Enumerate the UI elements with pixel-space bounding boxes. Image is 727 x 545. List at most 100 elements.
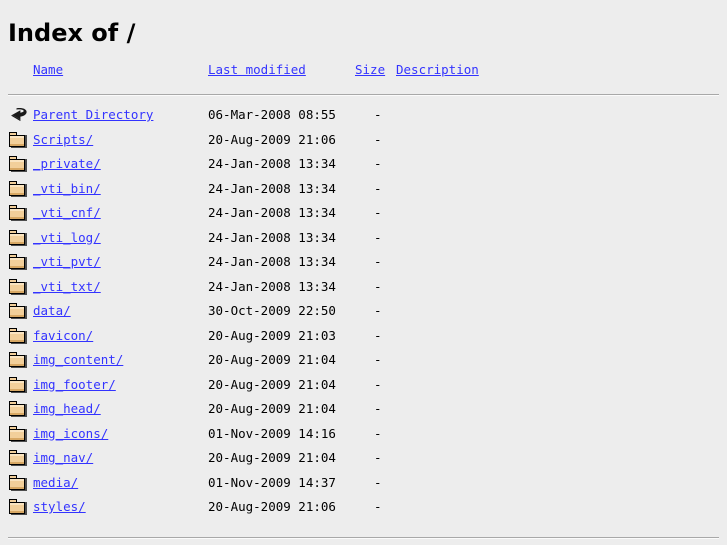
directory-link[interactable]: img_icons/	[33, 426, 108, 441]
row-last-modified: 20-Aug-2009 21:06	[208, 499, 336, 514]
directory-link[interactable]: _vti_cnf/	[33, 205, 101, 220]
listing-row: Scripts/20-Aug-2009 21:06 -	[0, 128, 727, 152]
row-size: -	[374, 450, 382, 465]
directory-link[interactable]: _vti_log/	[33, 230, 101, 245]
row-name-cell: img_icons/	[33, 422, 108, 446]
row-name-cell: _vti_log/	[33, 226, 101, 250]
listing-row: img_content/20-Aug-2009 21:04 -	[0, 348, 727, 372]
listing-row: img_icons/01-Nov-2009 14:16 -	[0, 422, 727, 446]
folder-icon	[8, 400, 28, 418]
listing-row: _vti_txt/24-Jan-2008 13:34 -	[0, 275, 727, 299]
row-icon-cell	[8, 449, 28, 467]
row-icon-cell	[8, 351, 28, 369]
row-size: -	[374, 156, 382, 171]
row-size: -	[374, 376, 382, 392]
row-size: -	[374, 474, 382, 490]
folder-icon	[8, 498, 28, 516]
directory-link[interactable]: _vti_pvt/	[33, 254, 101, 269]
row-icon-cell	[8, 253, 28, 271]
row-icon-cell	[8, 204, 28, 222]
folder-icon	[8, 204, 28, 222]
row-name-cell: _vti_pvt/	[33, 250, 101, 274]
directory-link[interactable]: favicon/	[33, 328, 93, 343]
row-icon-cell	[8, 278, 28, 296]
folder-icon	[8, 376, 28, 394]
row-last-modified: 24-Jan-2008 13:34	[208, 205, 336, 220]
row-size: -	[374, 425, 382, 441]
row-last-modified: 20-Aug-2009 21:06	[208, 131, 336, 147]
listing-row: img_footer/20-Aug-2009 21:04 -	[0, 373, 727, 397]
column-header-description[interactable]: Description	[396, 58, 479, 82]
directory-link[interactable]: img_content/	[33, 352, 123, 367]
folder-icon	[8, 449, 28, 467]
row-last-modified: 20-Aug-2009 21:04	[208, 376, 336, 392]
row-size: -	[374, 352, 382, 367]
row-name-cell: _private/	[33, 152, 101, 176]
listing-row: _vti_pvt/24-Jan-2008 13:34 -	[0, 250, 727, 274]
row-name-cell: Scripts/	[33, 128, 93, 152]
row-size: -	[374, 205, 382, 220]
column-header-name[interactable]: Name	[33, 58, 63, 82]
listing-row: _private/24-Jan-2008 13:34 -	[0, 152, 727, 176]
directory-link[interactable]: img_nav/	[33, 450, 93, 465]
row-size: -	[374, 180, 382, 196]
folder-icon	[8, 278, 28, 296]
folder-icon	[8, 351, 28, 369]
row-icon-cell	[8, 131, 28, 149]
back-icon	[8, 106, 28, 124]
folder-icon	[8, 327, 28, 345]
listing-row: img_head/20-Aug-2009 21:04 -	[0, 397, 727, 421]
folder-icon	[8, 302, 28, 320]
folder-icon	[8, 131, 28, 149]
folder-icon	[8, 253, 28, 271]
directory-link[interactable]: img_footer/	[33, 377, 116, 392]
row-name-cell: media/	[33, 471, 78, 495]
column-header-last-modified[interactable]: Last modified	[208, 58, 306, 82]
directory-link[interactable]: media/	[33, 475, 78, 490]
row-icon-cell	[8, 400, 28, 418]
row-last-modified: 24-Jan-2008 13:34	[208, 180, 336, 196]
row-name-cell: _vti_cnf/	[33, 201, 101, 225]
directory-link[interactable]: data/	[33, 303, 71, 318]
listing-header-row: Name Last modified Size Description	[0, 58, 727, 82]
listing-row: img_nav/20-Aug-2009 21:04 -	[0, 446, 727, 470]
directory-link[interactable]: styles/	[33, 499, 86, 514]
row-size: -	[374, 229, 382, 245]
row-icon-cell	[8, 302, 28, 320]
row-last-modified: 24-Jan-2008 13:34	[208, 156, 336, 171]
row-icon-cell	[8, 229, 28, 247]
folder-icon	[8, 155, 28, 173]
listing-row: data/30-Oct-2009 22:50 -	[0, 299, 727, 323]
row-last-modified: 20-Aug-2009 21:04	[208, 352, 336, 367]
row-name-cell: img_content/	[33, 348, 123, 372]
parent-directory-link[interactable]: Parent Directory	[33, 107, 153, 122]
column-header-size[interactable]: Size	[355, 58, 385, 82]
row-name-cell: data/	[33, 299, 71, 323]
listing-row: styles/20-Aug-2009 21:06 -	[0, 495, 727, 519]
listing-row: _vti_bin/24-Jan-2008 13:34 -	[0, 177, 727, 201]
folder-icon	[8, 229, 28, 247]
directory-link[interactable]: img_head/	[33, 401, 101, 416]
row-name-cell: _vti_bin/	[33, 177, 101, 201]
directory-link[interactable]: _vti_bin/	[33, 181, 101, 196]
row-last-modified: 30-Oct-2009 22:50	[208, 303, 336, 318]
row-size: -	[374, 278, 382, 294]
row-last-modified: 01-Nov-2009 14:37	[208, 474, 336, 490]
row-size: -	[374, 327, 382, 343]
row-icon-cell	[8, 106, 28, 124]
row-name-cell: Parent Directory	[33, 103, 153, 127]
row-icon-cell	[8, 498, 28, 516]
row-last-modified: 20-Aug-2009 21:04	[208, 450, 336, 465]
row-size: -	[374, 254, 382, 269]
row-size: -	[374, 401, 382, 416]
row-name-cell: img_head/	[33, 397, 101, 421]
directory-link[interactable]: _private/	[33, 156, 101, 171]
row-name-cell: _vti_txt/	[33, 275, 101, 299]
header-divider	[8, 94, 719, 96]
row-name-cell: favicon/	[33, 324, 93, 348]
row-size: -	[374, 303, 382, 318]
directory-link[interactable]: _vti_txt/	[33, 279, 101, 294]
row-icon-cell	[8, 425, 28, 443]
directory-link[interactable]: Scripts/	[33, 132, 93, 147]
listing-row: _vti_cnf/24-Jan-2008 13:34 -	[0, 201, 727, 225]
